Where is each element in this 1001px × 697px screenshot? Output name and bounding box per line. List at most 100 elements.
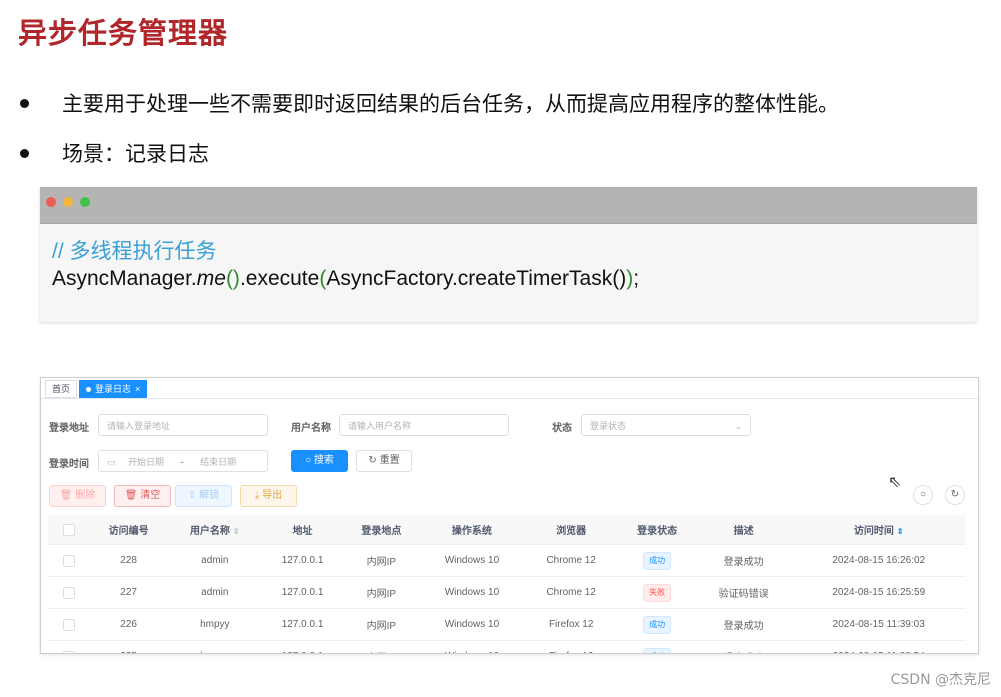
row-select-cell[interactable] [48, 608, 90, 641]
bullet-dot-icon [20, 148, 29, 158]
table-cell-os: Windows 10 [420, 608, 524, 641]
search-button[interactable]: ○ 搜索 [291, 450, 348, 472]
code-token: () [225, 267, 240, 290]
tab-label: 登录日志 [95, 384, 132, 394]
column-header-sortable[interactable]: 访问时间 ⇕ [791, 515, 966, 545]
tab-login-log[interactable]: 登录日志 × [79, 380, 148, 398]
table-row[interactable]: 228 admin 127.0.0.1 内网IP Windows 10 Chrome 12… [48, 544, 966, 577]
code-window-titlebar [40, 187, 977, 224]
table-cell-user: hmpyy [167, 608, 263, 641]
column-header: 登录地点 [342, 515, 420, 545]
table-header-row: 访问编号 用户名称 ⇕ 地址 登录地点 操作系统 浏览器 登录状态 描述 访问时间… [48, 515, 966, 545]
table-cell-time: 2024-08-15 11:38:54 [791, 640, 966, 653]
search-icon: ○ [919, 489, 927, 500]
table-cell-status: 失败 [618, 576, 696, 609]
code-token: AsyncFactory.createTimerTask() [326, 267, 627, 290]
table-cell-ip: 127.0.0.1 [262, 640, 343, 653]
toggle-search-button[interactable]: ○ [913, 485, 933, 505]
unlock-button-label: 解锁 [199, 490, 220, 501]
sort-icon[interactable]: ⇕ [233, 527, 240, 536]
unlock-icon: ⇪ [187, 490, 197, 501]
trash-icon: 🗑 [124, 490, 138, 501]
row-checkbox[interactable] [63, 586, 75, 599]
username-input[interactable]: 请输入用户名称 [339, 414, 509, 436]
table-cell-browser: Chrome 12 [523, 544, 619, 577]
code-token: AsyncManager. [52, 267, 197, 290]
status-label: 状态 [552, 423, 572, 434]
table-cell-desc: 登录成功 [695, 544, 792, 577]
status-badge: 成功 [643, 647, 672, 653]
minimize-dot-icon [63, 197, 73, 207]
select-all-checkbox[interactable] [63, 523, 75, 536]
row-checkbox[interactable] [63, 618, 75, 631]
table-cell-browser: Chrome 12 [523, 576, 619, 609]
table-cell-time: 2024-08-15 11:39:03 [791, 608, 966, 641]
table-cell-browser: Firefox 12 [523, 608, 619, 641]
date-range-picker[interactable]: ▭ 开始日期 - 结束日期 [98, 450, 268, 472]
code-body: // 多线程执行任务 AsyncManager.me().execute(Asy… [40, 224, 977, 292]
row-select-cell[interactable] [48, 544, 90, 577]
bullet-item: 主要用于处理一些不需要即时返回结果的后台任务，从而提高应用程序的整体性能。 [18, 88, 839, 118]
code-token: .execute [239, 267, 320, 290]
address-label: 登录地址 [49, 423, 89, 434]
table-cell-time: 2024-08-15 16:26:02 [791, 544, 966, 577]
column-header: 描述 [695, 515, 792, 545]
column-header-label: 访问时间 [853, 526, 894, 537]
delete-button[interactable]: 🗑 删除 [49, 485, 106, 507]
status-select[interactable]: 登录状态 ⌄ [581, 414, 751, 436]
tab-home[interactable]: 首页 [45, 380, 78, 398]
table-cell-status: 成功 [618, 608, 696, 641]
bullet-text: 场景：记录日志 [62, 142, 209, 166]
table-row[interactable]: 225hmpyy127.0.0.1内网IPWindows 10Firefox 1… [48, 640, 966, 653]
clear-button[interactable]: 🗑 清空 [114, 485, 171, 507]
table-cell-user: admin [167, 576, 263, 609]
table-cell-ip: 127.0.0.1 [262, 576, 343, 609]
table-cell-location: 内网IP [342, 608, 420, 641]
address-input[interactable]: 请输入登录地址 [98, 414, 268, 436]
column-header: 地址 [262, 515, 343, 545]
close-icon[interactable]: × [135, 384, 140, 394]
row-checkbox[interactable] [63, 650, 75, 653]
download-icon: ⤓ [254, 490, 260, 501]
column-header-label: 用户名称 [189, 526, 230, 537]
bullet-text: 主要用于处理一些不需要即时返回结果的后台任务，从而提高应用程序的整体性能。 [62, 92, 839, 116]
time-label: 登录时间 [49, 459, 89, 470]
slide-title: 异步任务管理器 [18, 16, 229, 50]
maximize-dot-icon [80, 197, 90, 207]
table-cell-location: 内网IP [342, 576, 420, 609]
table-row[interactable]: 226 hmpyy 127.0.0.1 内网IP Windows 10 Firefox 1… [48, 608, 966, 641]
reset-button[interactable]: ↻ 重置 [356, 450, 412, 472]
delete-button-label: 删除 [75, 490, 96, 501]
code-line: AsyncManager.me().execute(AsyncFactory.c… [52, 265, 977, 292]
status-badge: 失败 [643, 583, 672, 602]
table-cell-user: hmpyy [167, 640, 263, 653]
column-header-sortable[interactable]: 用户名称 ⇕ [167, 515, 263, 545]
table-body: 228 admin 127.0.0.1 内网IP Windows 10 Chrome 12… [48, 544, 966, 653]
row-select-cell[interactable] [48, 576, 90, 609]
login-log-table: 访问编号 用户名称 ⇕ 地址 登录地点 操作系统 浏览器 登录状态 描述 访问时间… [48, 515, 966, 653]
search-icon: ○ [305, 455, 312, 466]
username-label: 用户名称 [291, 423, 331, 434]
refresh-button[interactable]: ↻ [945, 485, 965, 505]
login-log-screenshot: 首页 登录日志 × 登录地址 请输入登录地址 用户名称 请输入用户名称 状态 登录… [40, 377, 979, 654]
status-select-value: 登录状态 [590, 421, 627, 431]
table-cell-status: 成功 [618, 544, 696, 577]
table-cell-os: Windows 10 [420, 576, 524, 609]
calendar-icon: ▭ [107, 457, 116, 467]
end-date: 结束日期 [200, 457, 237, 467]
unlock-button[interactable]: ⇪ 解锁 [175, 485, 232, 507]
status-badge: 成功 [643, 551, 672, 570]
row-select-cell[interactable] [48, 640, 90, 653]
table-cell-location: 内网IP [342, 640, 420, 653]
export-button[interactable]: ⤓ 导出 [240, 485, 297, 507]
table-row[interactable]: 227 admin 127.0.0.1 内网IP Windows 10 Chrome 12… [48, 576, 966, 609]
table-cell-status: 成功 [618, 640, 696, 653]
select-all-header[interactable] [48, 515, 90, 545]
table-cell-time: 2024-08-15 16:25:59 [791, 576, 966, 609]
refresh-icon: ↻ [950, 489, 960, 500]
table-cell-desc: 退出成功 [695, 640, 792, 653]
code-token: ; [633, 267, 640, 290]
sort-icon[interactable]: ⇕ [897, 527, 904, 536]
table-cell-os: Windows 10 [420, 544, 524, 577]
row-checkbox[interactable] [63, 554, 75, 567]
